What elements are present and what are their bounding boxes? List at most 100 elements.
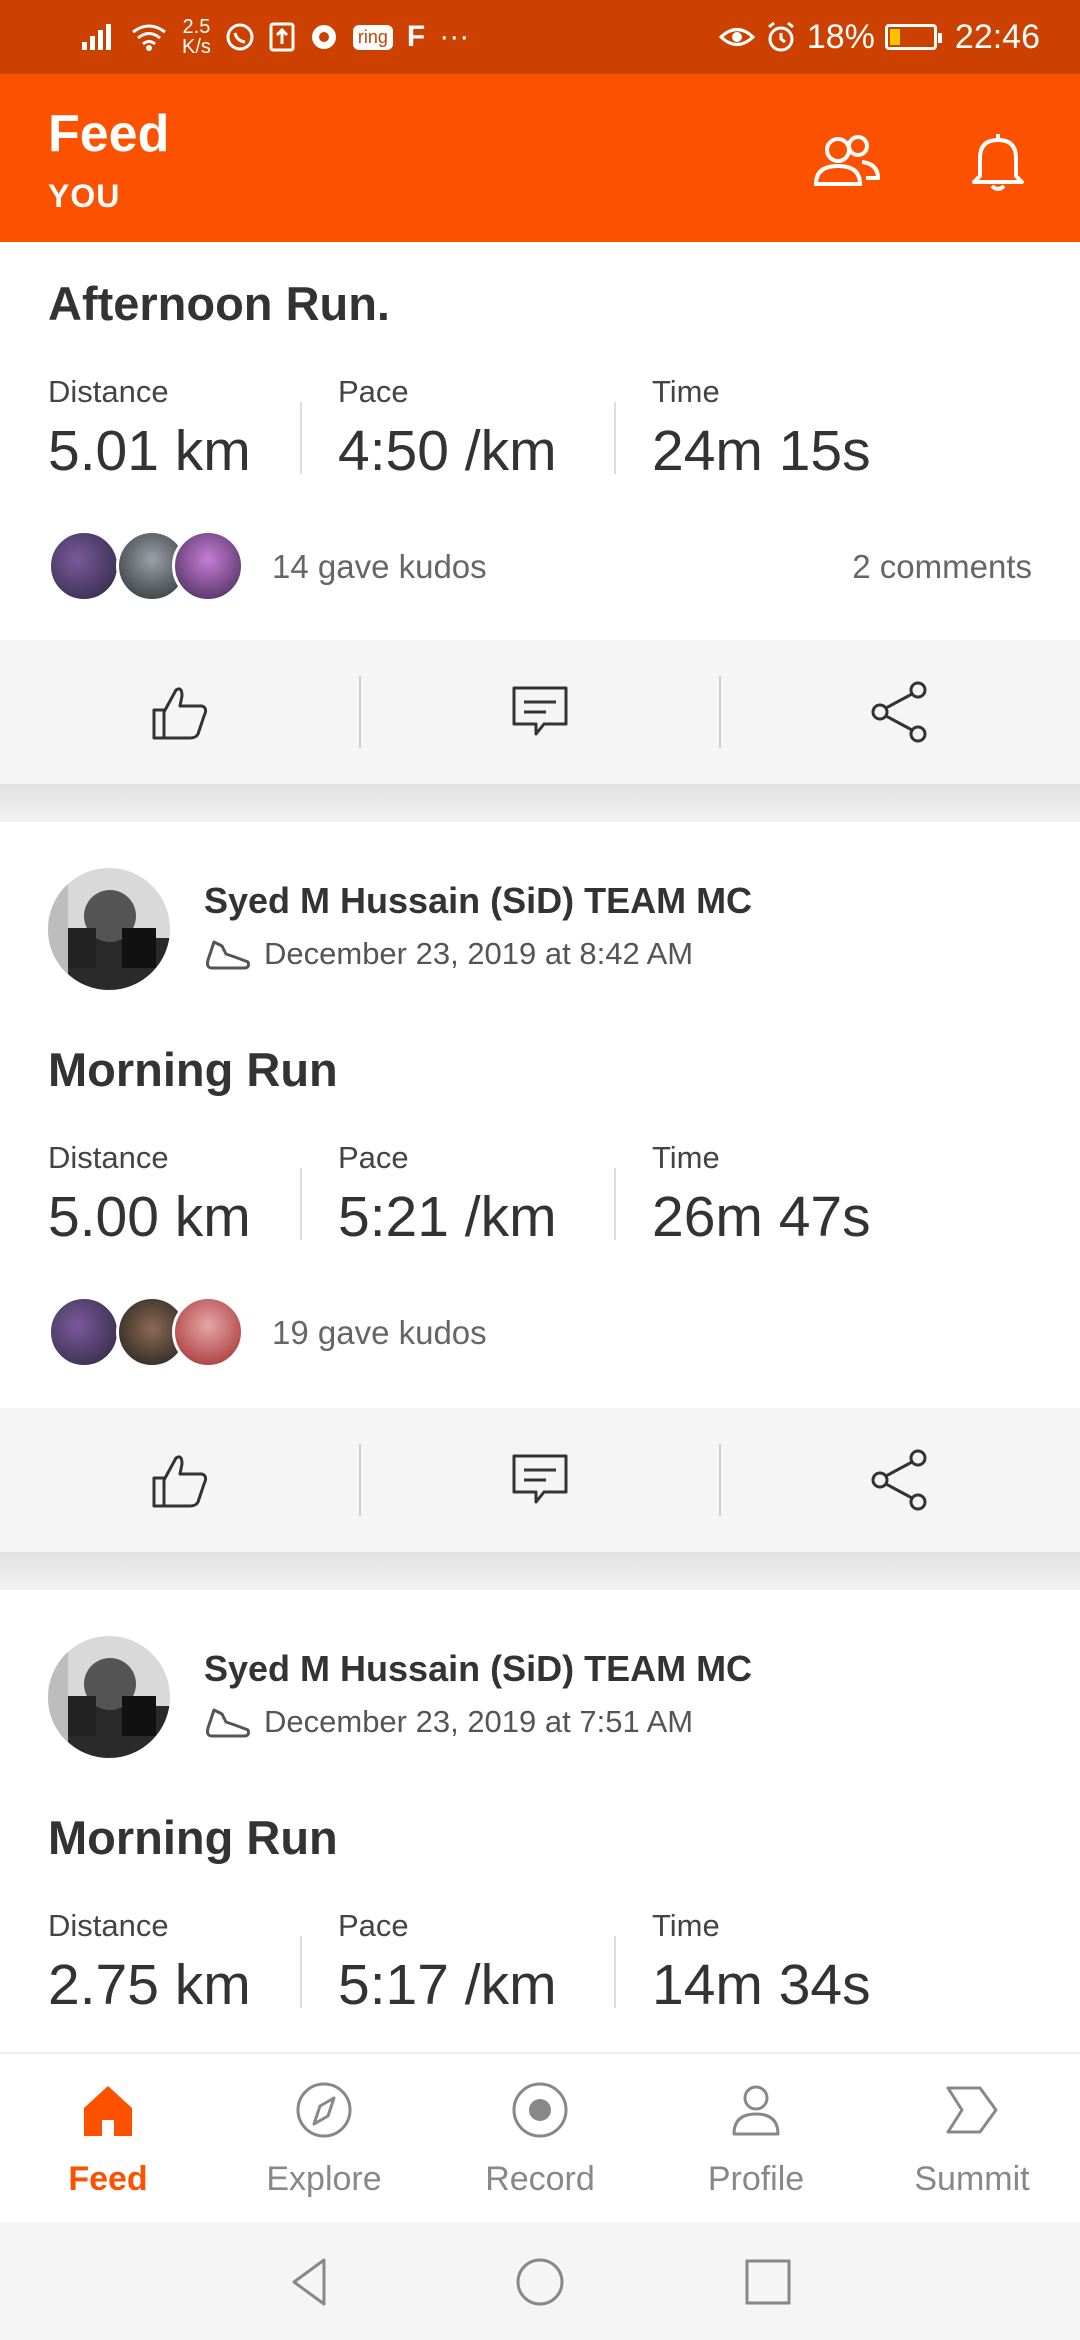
- wifi-icon: [132, 24, 166, 51]
- comment-icon: [512, 1454, 568, 1504]
- athlete-photo: [48, 868, 170, 990]
- bottom-navigation: Feed Explore Record Profile Summit: [0, 2052, 1080, 2222]
- battery-percent: 18%: [806, 17, 875, 56]
- stat-pace: Pace 5:21 /km: [338, 1140, 557, 1250]
- athlete-header[interactable]: Syed M Hussain (SiD) TEAM MC December 23…: [48, 1636, 1032, 1760]
- clock: 22:46: [954, 17, 1040, 56]
- stat-label: Time: [652, 1140, 720, 1175]
- activity-datetime: December 23, 2019 at 7:51 AM: [264, 1704, 694, 1739]
- comments-count[interactable]: 2 comments: [852, 548, 1032, 586]
- stat-time: Time 26m 47s: [652, 1140, 871, 1250]
- kudos-row[interactable]: 14 gave kudos 2 comments: [48, 530, 1032, 606]
- stat-value: 4:50 /km: [338, 419, 557, 483]
- nav-label: Profile: [707, 2160, 805, 2198]
- stat-value: 5:21 /km: [338, 1185, 557, 1249]
- share-button[interactable]: [720, 640, 1080, 784]
- thumbs-up-icon: [152, 1455, 208, 1508]
- stat-value: 5:17 /km: [338, 1953, 557, 2017]
- athlete-avatar[interactable]: [48, 1636, 170, 1758]
- comment-button[interactable]: [360, 1408, 720, 1552]
- activity-meta: December 23, 2019 at 8:42 AM: [204, 936, 693, 972]
- stat-label: Distance: [48, 1908, 169, 1943]
- athlete-name[interactable]: Syed M Hussain (SiD) TEAM MC: [204, 1648, 752, 1690]
- avatar: [48, 1296, 120, 1368]
- stat-value: 5.01 km: [48, 419, 251, 483]
- kudos-count[interactable]: 19 gave kudos: [272, 1314, 487, 1352]
- stat-time: Time 24m 15s: [652, 374, 871, 484]
- bell-icon: [972, 134, 1024, 191]
- kudos-button[interactable]: [0, 1408, 360, 1552]
- athlete-avatar[interactable]: [48, 868, 170, 990]
- compass-icon: [296, 2082, 352, 2138]
- stat-divider: [614, 1168, 616, 1240]
- ring-app-icon: ring: [352, 24, 393, 50]
- kudos-count[interactable]: 14 gave kudos: [272, 548, 487, 586]
- avatar: [172, 1296, 244, 1368]
- more-notifications-icon: ···: [439, 20, 470, 53]
- athlete-header[interactable]: Syed M Hussain (SiD) TEAM MC December 23…: [48, 868, 1032, 992]
- stat-divider: [300, 1168, 302, 1240]
- stat-pace: Pace 4:50 /km: [338, 374, 557, 484]
- stat-distance: Distance 2.75 km: [48, 1908, 251, 2018]
- kudos-avatars[interactable]: [48, 1296, 248, 1372]
- activity-meta: December 23, 2019 at 7:51 AM: [204, 1704, 693, 1740]
- back-icon[interactable]: [280, 2252, 340, 2312]
- activity-actions: [0, 1408, 1080, 1552]
- nav-profile[interactable]: Profile: [648, 2054, 864, 2224]
- stat-pace: Pace 5:17 /km: [338, 1908, 557, 2018]
- upload-icon: [269, 22, 295, 52]
- activity-datetime: December 23, 2019 at 8:42 AM: [264, 936, 694, 971]
- avatar: [172, 530, 244, 602]
- eye-icon: [718, 28, 755, 46]
- stat-time: Time 14m 34s: [652, 1908, 871, 2018]
- f-app-icon: F: [406, 20, 426, 53]
- stat-label: Time: [652, 374, 720, 409]
- app-header: Feed YOU: [0, 74, 1080, 242]
- activity-card[interactable]: Syed M Hussain (SiD) TEAM MC December 23…: [0, 822, 1080, 1408]
- nav-feed[interactable]: Feed: [0, 2054, 216, 2224]
- home-circle-icon[interactable]: [510, 2252, 570, 2312]
- stat-value: 24m 15s: [652, 419, 871, 483]
- stat-value: 14m 34s: [652, 1953, 871, 2017]
- page-subtitle[interactable]: YOU: [48, 178, 120, 215]
- find-friends-button[interactable]: [806, 122, 886, 202]
- nav-record[interactable]: Record: [432, 2054, 648, 2224]
- activity-stats: Distance 5.01 km Pace 4:50 /km Time 24m …: [0, 374, 1080, 494]
- activity-card[interactable]: Syed M Hussain (SiD) TEAM MC December 23…: [0, 1590, 1080, 2052]
- summit-icon: [946, 2086, 998, 2134]
- alarm-icon: [767, 21, 794, 52]
- stat-distance: Distance 5.00 km: [48, 1140, 251, 1250]
- nav-summit[interactable]: Summit: [864, 2054, 1080, 2224]
- running-shoe-icon: [206, 940, 250, 970]
- nav-explore[interactable]: Explore: [216, 2054, 432, 2224]
- athlete-name[interactable]: Syed M Hussain (SiD) TEAM MC: [204, 880, 752, 922]
- signal-icon: [82, 24, 111, 50]
- kudos-button[interactable]: [0, 640, 360, 784]
- share-button[interactable]: [720, 1408, 1080, 1552]
- person-icon: [732, 2085, 780, 2136]
- feed-separator: [0, 1552, 1080, 1590]
- nav-label: Summit: [914, 2160, 1030, 2198]
- whatsapp-icon: [226, 23, 254, 51]
- stat-value: 2.75 km: [48, 1953, 251, 2017]
- comment-button[interactable]: [360, 640, 720, 784]
- soccer-icon: [311, 25, 336, 49]
- stat-divider: [300, 1936, 302, 2008]
- activity-title[interactable]: Afternoon Run.: [48, 276, 390, 331]
- people-icon: [813, 135, 881, 186]
- recents-icon[interactable]: [738, 2252, 798, 2312]
- kudos-avatars[interactable]: [48, 530, 248, 606]
- activity-stats: Distance 5.00 km Pace 5:21 /km Time 26m …: [0, 1140, 1080, 1260]
- stat-label: Pace: [338, 1140, 409, 1175]
- network-speed: 2.5 K/s: [182, 16, 211, 58]
- kudos-row[interactable]: 19 gave kudos: [48, 1296, 1032, 1372]
- nav-label: Record: [485, 2160, 595, 2198]
- stat-label: Distance: [48, 374, 169, 409]
- activity-title[interactable]: Morning Run: [48, 1042, 338, 1097]
- running-shoe-icon: [206, 1708, 250, 1738]
- athlete-photo: [48, 1636, 170, 1758]
- activity-title[interactable]: Morning Run: [48, 1810, 338, 1865]
- stat-divider: [614, 402, 616, 474]
- notifications-button[interactable]: [958, 122, 1038, 202]
- stat-label: Distance: [48, 1140, 169, 1175]
